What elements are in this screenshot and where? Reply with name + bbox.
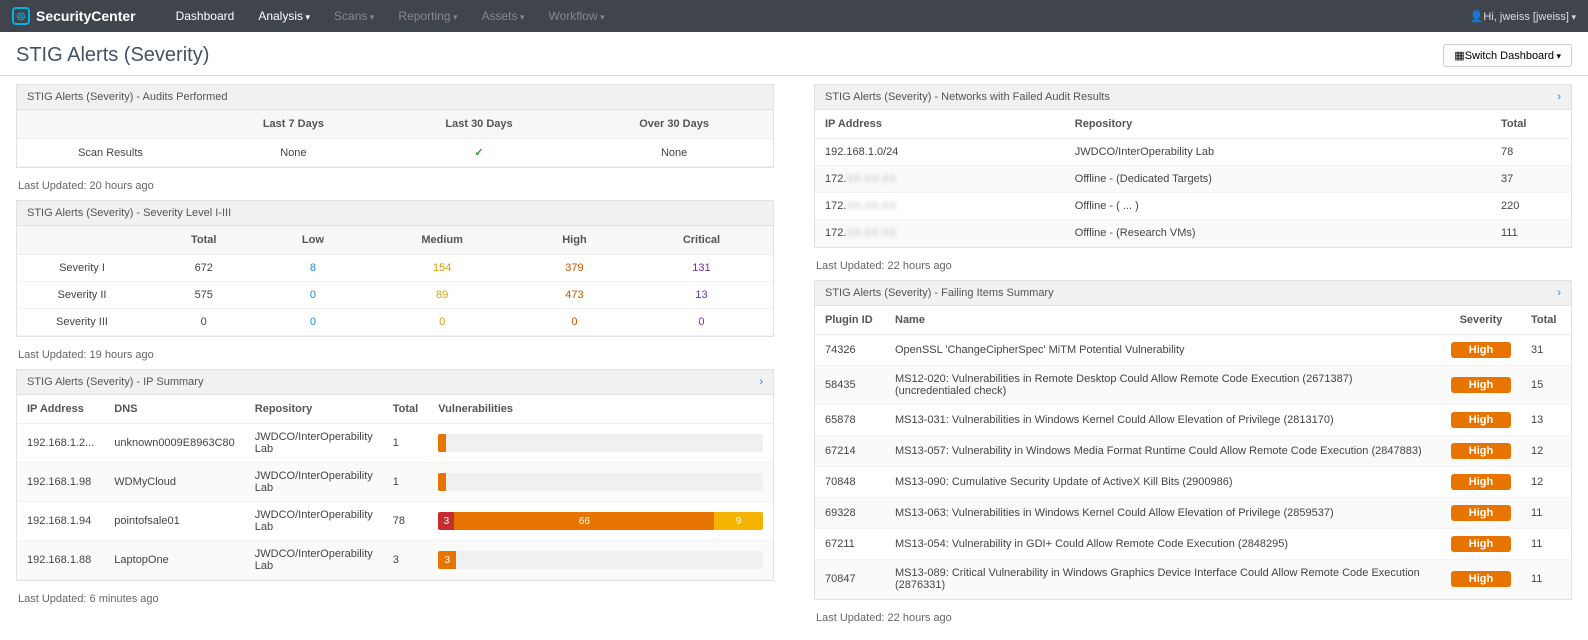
brand-text: SecurityCenter bbox=[36, 8, 136, 24]
table-row[interactable]: 74326OpenSSL 'ChangeCipherSpec' MiTM Pot… bbox=[815, 335, 1571, 366]
expand-icon[interactable]: › bbox=[1557, 287, 1561, 299]
vuln-bar bbox=[438, 473, 763, 491]
table-row[interactable]: Severity II57508947313 bbox=[17, 282, 773, 309]
ip-summary-table: IP AddressDNSRepositoryTotalVulnerabilit… bbox=[17, 395, 773, 580]
audits-updated: Last Updated: 20 hours ago bbox=[16, 176, 774, 200]
severity-badge: High bbox=[1451, 377, 1511, 393]
nav-links: Dashboard Analysis Scans Reporting Assets Wor… bbox=[176, 9, 605, 23]
nav-reporting[interactable]: Reporting bbox=[398, 9, 457, 23]
brand-icon: ◎ bbox=[12, 7, 30, 25]
table-row[interactable]: 192.168.1.94pointofsale01JWDCO/InterOper… bbox=[17, 502, 773, 541]
panel-title: STIG Alerts (Severity) - Audits Performe… bbox=[17, 85, 773, 110]
table-row[interactable]: 192.168.1.88LaptopOneJWDCO/InterOperabil… bbox=[17, 541, 773, 580]
table-row[interactable]: 172.XX.XX.XXOffline - (Dedicated Targets… bbox=[815, 166, 1571, 193]
vuln-bar bbox=[438, 434, 763, 452]
panel-title: STIG Alerts (Severity) - Networks with F… bbox=[815, 85, 1571, 110]
expand-icon[interactable]: › bbox=[759, 376, 763, 388]
nav-scans[interactable]: Scans bbox=[334, 9, 374, 23]
vuln-bar: 3 bbox=[438, 551, 763, 569]
panel-networks: STIG Alerts (Severity) - Networks with F… bbox=[814, 84, 1572, 248]
severity-table: TotalLowMediumHighCriticalSeverity I6728… bbox=[17, 226, 773, 336]
table-row[interactable]: 192.168.1.2...unknown0009E8963C80JWDCO/I… bbox=[17, 424, 773, 463]
table-row[interactable]: 58435MS12-020: Vulnerabilities in Remote… bbox=[815, 366, 1571, 405]
left-column: STIG Alerts (Severity) - Audits Performe… bbox=[16, 84, 774, 632]
panel-audits: STIG Alerts (Severity) - Audits Performe… bbox=[16, 84, 774, 168]
table-row[interactable]: 70847MS13-089: Critical Vulnerability in… bbox=[815, 560, 1571, 599]
switch-dashboard-button[interactable]: Switch Dashboard bbox=[1443, 44, 1572, 67]
levels-updated: Last Updated: 19 hours ago bbox=[16, 345, 774, 369]
table-row[interactable]: 172.XX.XX.XXOffline - ( ... )220 bbox=[815, 193, 1571, 220]
table-row[interactable]: 65878MS13-031: Vulnerabilities in Window… bbox=[815, 405, 1571, 436]
severity-badge: High bbox=[1451, 536, 1511, 552]
panel-title: STIG Alerts (Severity) - Severity Level … bbox=[17, 201, 773, 226]
failing-updated: Last Updated: 22 hours ago bbox=[814, 608, 1572, 632]
right-column: STIG Alerts (Severity) - Networks with F… bbox=[814, 84, 1572, 632]
table-row[interactable]: 172.XX.XX.XXOffline - (Research VMs)111 bbox=[815, 220, 1571, 247]
top-nav: ◎ SecurityCenter Dashboard Analysis Scans R… bbox=[0, 0, 1588, 32]
severity-badge: High bbox=[1451, 571, 1511, 587]
panel-failing: STIG Alerts (Severity) - Failing Items S… bbox=[814, 280, 1572, 600]
panel-title: STIG Alerts (Severity) - Failing Items S… bbox=[815, 281, 1571, 306]
page-title: STIG Alerts (Severity) bbox=[16, 44, 209, 67]
severity-badge: High bbox=[1451, 342, 1511, 358]
networks-updated: Last Updated: 22 hours ago bbox=[814, 256, 1572, 280]
nav-assets[interactable]: Assets bbox=[481, 9, 524, 23]
severity-badge: High bbox=[1451, 412, 1511, 428]
severity-badge: High bbox=[1451, 443, 1511, 459]
table-row[interactable]: 67214MS13-057: Vulnerability in Windows … bbox=[815, 436, 1571, 467]
nav-workflow[interactable]: Workflow bbox=[549, 9, 605, 23]
table-row[interactable]: 192.168.1.98WDMyCloudJWDCO/InterOperabil… bbox=[17, 463, 773, 502]
vuln-bar: 3669 bbox=[438, 512, 763, 530]
table-row[interactable]: 69328MS13-063: Vulnerabilities in Window… bbox=[815, 498, 1571, 529]
severity-badge: High bbox=[1451, 474, 1511, 490]
user-menu[interactable]: Hi, jweiss [jweiss] bbox=[1470, 10, 1576, 23]
networks-table: IP AddressRepositoryTotal192.168.1.0/24J… bbox=[815, 110, 1571, 247]
check-icon: ✓ bbox=[474, 147, 483, 159]
audits-table: Last 7 DaysLast 30 DaysOver 30 DaysScan … bbox=[17, 110, 773, 167]
expand-icon[interactable]: › bbox=[1557, 91, 1561, 103]
severity-badge: High bbox=[1451, 505, 1511, 521]
brand[interactable]: ◎ SecurityCenter bbox=[12, 7, 136, 25]
table-row[interactable]: Severity I6728154379131 bbox=[17, 255, 773, 282]
nav-analysis[interactable]: Analysis bbox=[258, 9, 310, 23]
panel-title: STIG Alerts (Severity) - IP Summary › bbox=[17, 370, 773, 395]
page-header: STIG Alerts (Severity) Switch Dashboard bbox=[0, 32, 1588, 76]
ipsum-updated: Last Updated: 6 minutes ago bbox=[16, 589, 774, 613]
panel-severity-levels: STIG Alerts (Severity) - Severity Level … bbox=[16, 200, 774, 337]
table-row[interactable]: 67211MS13-054: Vulnerability in GDI+ Cou… bbox=[815, 529, 1571, 560]
table-row[interactable]: Severity III00000 bbox=[17, 309, 773, 336]
nav-dashboard[interactable]: Dashboard bbox=[176, 9, 235, 23]
table-row[interactable]: 192.168.1.0/24JWDCO/InterOperability Lab… bbox=[815, 139, 1571, 166]
failing-table: Plugin IDNameSeverityTotal74326OpenSSL '… bbox=[815, 306, 1571, 599]
panel-ip-summary: STIG Alerts (Severity) - IP Summary › IP… bbox=[16, 369, 774, 581]
table-row[interactable]: 70848MS13-090: Cumulative Security Updat… bbox=[815, 467, 1571, 498]
